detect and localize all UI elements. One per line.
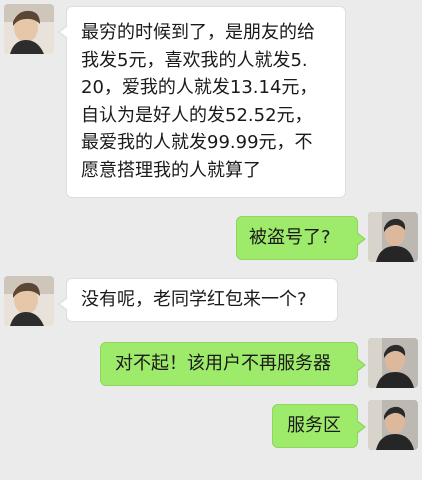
message-bubble-me[interactable]: 服务区 [272,404,366,448]
message-line: 20，爱我的人就发13.14元， [81,77,318,98]
message-text: 服务区 [287,415,341,436]
my-avatar-icon [368,212,418,262]
message-bubble-me[interactable]: 被盗号了? [236,216,366,260]
message-text: 没有呢，老同学红包来一个? [81,289,307,310]
message-bubble-me[interactable]: 对不起！该用户不再服务器 [100,342,366,386]
my-avatar-icon [368,400,418,450]
friend-avatar-icon [4,4,54,54]
message-text: 被盗号了? [249,227,331,248]
my-avatar[interactable] [368,400,418,450]
message-line: 愿意搭理我的人就算了 [81,159,261,181]
message-line: 我发5元，喜欢我的人就发5. [81,49,308,71]
message-text: 对不起！该用户不再服务器 [115,353,331,374]
message-line: 最穷的时候到了，是朋友的给 [81,22,315,43]
my-avatar-icon [368,338,418,388]
message-bubble-friend[interactable]: 最穷的时候到了，是朋友的给 我发5元，喜欢我的人就发5. 20，爱我的人就发13… [58,6,346,198]
friend-avatar[interactable] [4,4,54,54]
friend-avatar[interactable] [4,276,54,326]
message-bubble-friend[interactable]: 没有呢，老同学红包来一个? [58,278,338,322]
message-line: 自认为是好人的发52.52元， [81,104,313,126]
message-line: 最爱我的人就发99.99元，不 [81,132,313,153]
my-avatar[interactable] [368,212,418,262]
my-avatar[interactable] [368,338,418,388]
friend-avatar-icon [4,276,54,326]
